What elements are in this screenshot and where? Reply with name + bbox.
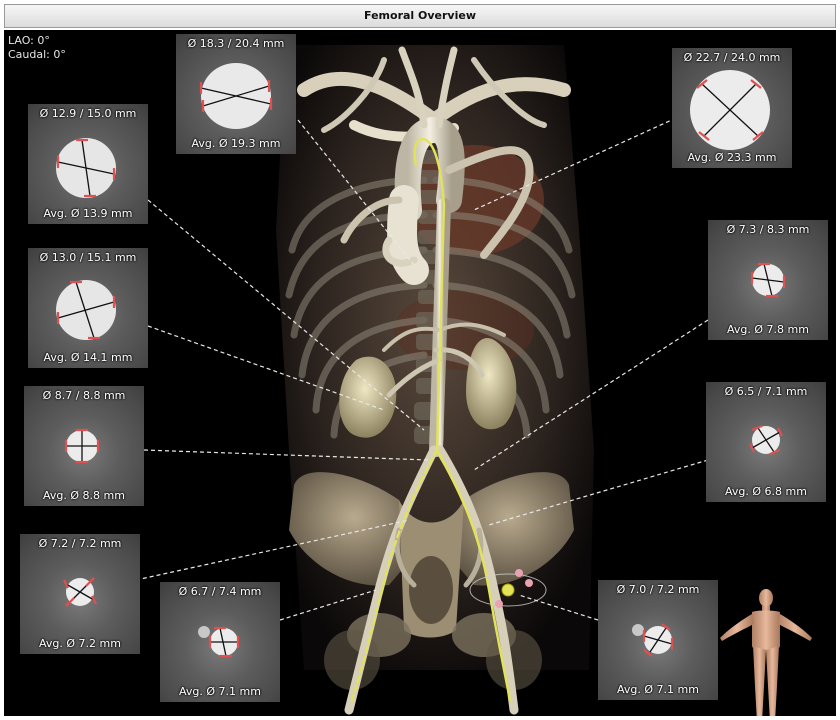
- cross-section-vessel: [632, 623, 674, 657]
- average-diameter-text: Avg. Ø 14.1 mm: [43, 351, 133, 364]
- cross-section-right-external-iliac[interactable]: Ø 7.2 / 7.2 mm Avg. Ø 7.2 mm: [20, 534, 140, 654]
- average-diameter-text: Avg. Ø 7.1 mm: [617, 683, 699, 696]
- average-diameter-text: Avg. Ø 6.8 mm: [725, 485, 807, 498]
- measurement-text: Ø 7.3 / 8.3 mm: [726, 223, 810, 236]
- average-diameter-text: Avg. Ø 7.2 mm: [39, 637, 121, 650]
- cross-section-vessel: [198, 626, 240, 658]
- orientation-human-figure-icon[interactable]: [718, 586, 814, 716]
- measurement-text: Ø 18.3 / 20.4 mm: [187, 37, 285, 50]
- cross-section-ascending-aorta[interactable]: Ø 22.7 / 24.0 mm Avg. Ø 23.3 mm: [672, 48, 792, 168]
- measurement-text: Ø 13.0 / 15.1 mm: [39, 251, 137, 264]
- cross-section-vessel: [690, 70, 770, 150]
- measurement-text: Ø 6.5 / 7.1 mm: [724, 385, 808, 398]
- cross-section-descending-aorta[interactable]: Ø 12.9 / 15.0 mm Avg. Ø 13.9 mm: [28, 104, 148, 224]
- average-diameter-text: Avg. Ø 7.1 mm: [179, 685, 261, 698]
- average-diameter-text: Avg. Ø 23.3 mm: [687, 151, 777, 164]
- cross-section-vessel: [56, 138, 116, 198]
- cross-section-abdominal-aorta[interactable]: Ø 13.0 / 15.1 mm Avg. Ø 14.1 mm: [28, 248, 148, 368]
- 3d-viewport[interactable]: LAO: 0° Caudal: 0° Ø 18.3 / 20.4 mm Avg.…: [4, 30, 836, 716]
- cross-section-left-femoral[interactable]: Ø 7.0 / 7.2 mm Avg. Ø 7.1 mm: [598, 580, 718, 700]
- cross-section-vessel: [199, 63, 273, 129]
- cross-section-vessel: [749, 424, 783, 456]
- cross-section-vessel: [63, 577, 97, 607]
- cross-section-right-common-iliac[interactable]: Ø 8.7 / 8.8 mm Avg. Ø 8.8 mm: [24, 386, 144, 506]
- measurement-text: Ø 22.7 / 24.0 mm: [683, 51, 781, 64]
- measurement-text: Ø 8.7 / 8.8 mm: [42, 389, 126, 402]
- cross-section-vessel: [56, 280, 116, 340]
- cross-section-left-common-iliac[interactable]: Ø 7.3 / 8.3 mm Avg. Ø 7.8 mm: [708, 220, 828, 340]
- average-diameter-text: Avg. Ø 19.3 mm: [191, 137, 281, 150]
- cross-section-vessel: [64, 428, 100, 464]
- measurement-text: Ø 7.0 / 7.2 mm: [616, 583, 700, 596]
- average-diameter-text: Avg. Ø 8.8 mm: [43, 489, 125, 502]
- measurement-text: Ø 7.2 / 7.2 mm: [38, 537, 122, 550]
- average-diameter-text: Avg. Ø 13.9 mm: [43, 207, 133, 220]
- cross-section-left-external-iliac[interactable]: Ø 6.5 / 7.1 mm Avg. Ø 6.8 mm: [706, 382, 826, 502]
- cross-section-right-femoral[interactable]: Ø 6.7 / 7.4 mm Avg. Ø 7.1 mm: [160, 582, 280, 702]
- window-title-bar: Femoral Overview: [4, 4, 836, 28]
- cross-section-aortic-arch[interactable]: Ø 18.3 / 20.4 mm Avg. Ø 19.3 mm: [176, 34, 296, 154]
- measurement-text: Ø 12.9 / 15.0 mm: [39, 107, 137, 120]
- orientation-lao: LAO: 0°: [8, 34, 50, 47]
- cross-section-vessel: [750, 262, 786, 298]
- orientation-caudal: Caudal: 0°: [8, 48, 66, 61]
- measurement-text: Ø 6.7 / 7.4 mm: [178, 585, 262, 598]
- average-diameter-text: Avg. Ø 7.8 mm: [727, 323, 809, 336]
- window-title: Femoral Overview: [364, 9, 476, 22]
